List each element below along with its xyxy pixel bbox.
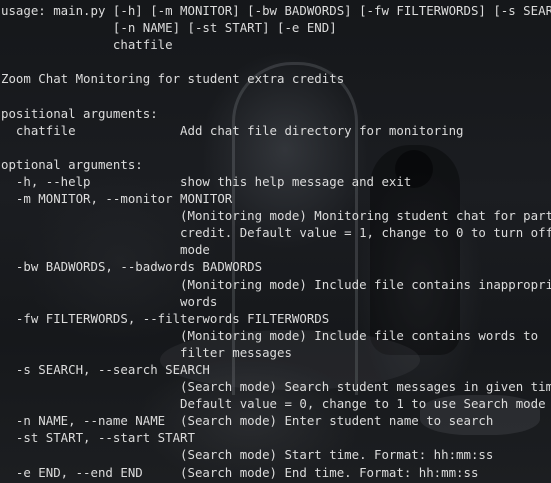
terminal-line: -fw FILTERWORDS, --filterwords FILTERWOR… [1,310,330,326]
terminal-line: -s SEARCH, --search SEARCH [1,361,210,377]
terminal-line: -e END, --end END (Search mode) End time… [1,464,479,480]
terminal-line: credit. Default value = 1, change to 0 t… [1,225,551,241]
terminal-line: (Monitoring mode) Include file contains … [1,276,551,292]
terminal-line: -n NAME, --name NAME (Search mode) Enter… [1,413,494,429]
terminal-line: Zoom Chat Monitoring for student extra c… [1,71,345,87]
terminal-line: (Monitoring mode) Monitoring student cha… [1,208,551,224]
terminal-line: usage: main.py [-h] [-m MONITOR] [-bw BA… [1,3,551,18]
terminal-window[interactable]: usage: main.py [-h] [-m MONITOR] [-bw BA… [0,0,551,483]
terminal-line: -h, --help show this help message and ex… [1,173,412,189]
terminal-line: (Search mode) Start time. Format: hh:mm:… [1,447,494,463]
terminal-line: Default value = 0, change to 1 to use Se… [1,396,546,412]
terminal-line: -bw BADWORDS, --badwords BADWORDS [1,259,263,275]
terminal-line: mode [1,242,210,258]
terminal-line: (Search mode) Search student messages in… [1,379,551,395]
terminal-line: positional arguments: [1,105,158,121]
terminal-line: filter messages [1,344,292,360]
terminal-line: [-n NAME] [-st START] [-e END] [1,20,337,36]
terminal-output: usage: main.py [-h] [-m MONITOR] [-bw BA… [1,2,551,481]
terminal-line: chatfile Add chat file directory for mon… [1,122,464,138]
terminal-line: words [1,293,218,309]
terminal-line: -st START, --start START [1,430,195,446]
terminal-line: chatfile [1,37,173,53]
terminal-line: (Monitoring mode) Include file contains … [1,327,539,343]
terminal-line: -m MONITOR, --monitor MONITOR [1,191,233,207]
terminal-line: optional arguments: [1,156,143,172]
